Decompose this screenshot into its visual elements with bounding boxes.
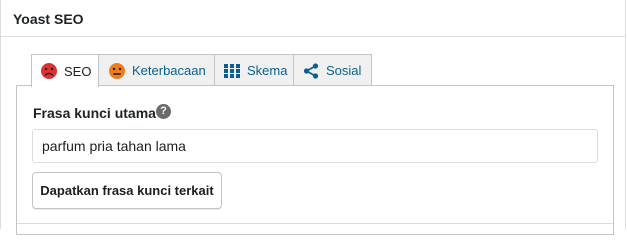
tab-readability-label: Keterbacaan <box>132 63 206 78</box>
focus-keyphrase-input[interactable] <box>32 129 598 163</box>
neutral-face-icon <box>108 62 126 80</box>
grid-icon <box>223 62 241 80</box>
share-icon <box>302 62 320 80</box>
tab-schema-label: Skema <box>247 63 288 78</box>
tab-schema[interactable]: Skema <box>214 54 294 86</box>
tab-readability[interactable]: Keterbacaan <box>98 54 215 86</box>
metabox-header[interactable]: Yoast SEO <box>1 0 626 37</box>
sad-face-icon <box>40 62 58 80</box>
section-divider <box>17 223 613 224</box>
focus-keyphrase-label: Frasa kunci utama <box>33 105 156 121</box>
tab-social[interactable]: Sosial <box>293 54 372 86</box>
yoast-seo-metabox: Yoast SEO SEO Keterbacaan Skema Sosial F… <box>0 0 626 235</box>
get-related-keyphrase-button[interactable]: Dapatkan frasa kunci terkait <box>32 172 222 209</box>
tab-social-label: Sosial <box>326 63 362 78</box>
metabox-title: Yoast SEO <box>13 11 84 27</box>
tab-seo[interactable]: SEO <box>31 54 99 87</box>
help-icon[interactable]: ? <box>156 104 171 119</box>
seo-tab-panel: Frasa kunci utama ? Dapatkan frasa kunci… <box>16 85 614 235</box>
tab-seo-label: SEO <box>64 63 92 79</box>
